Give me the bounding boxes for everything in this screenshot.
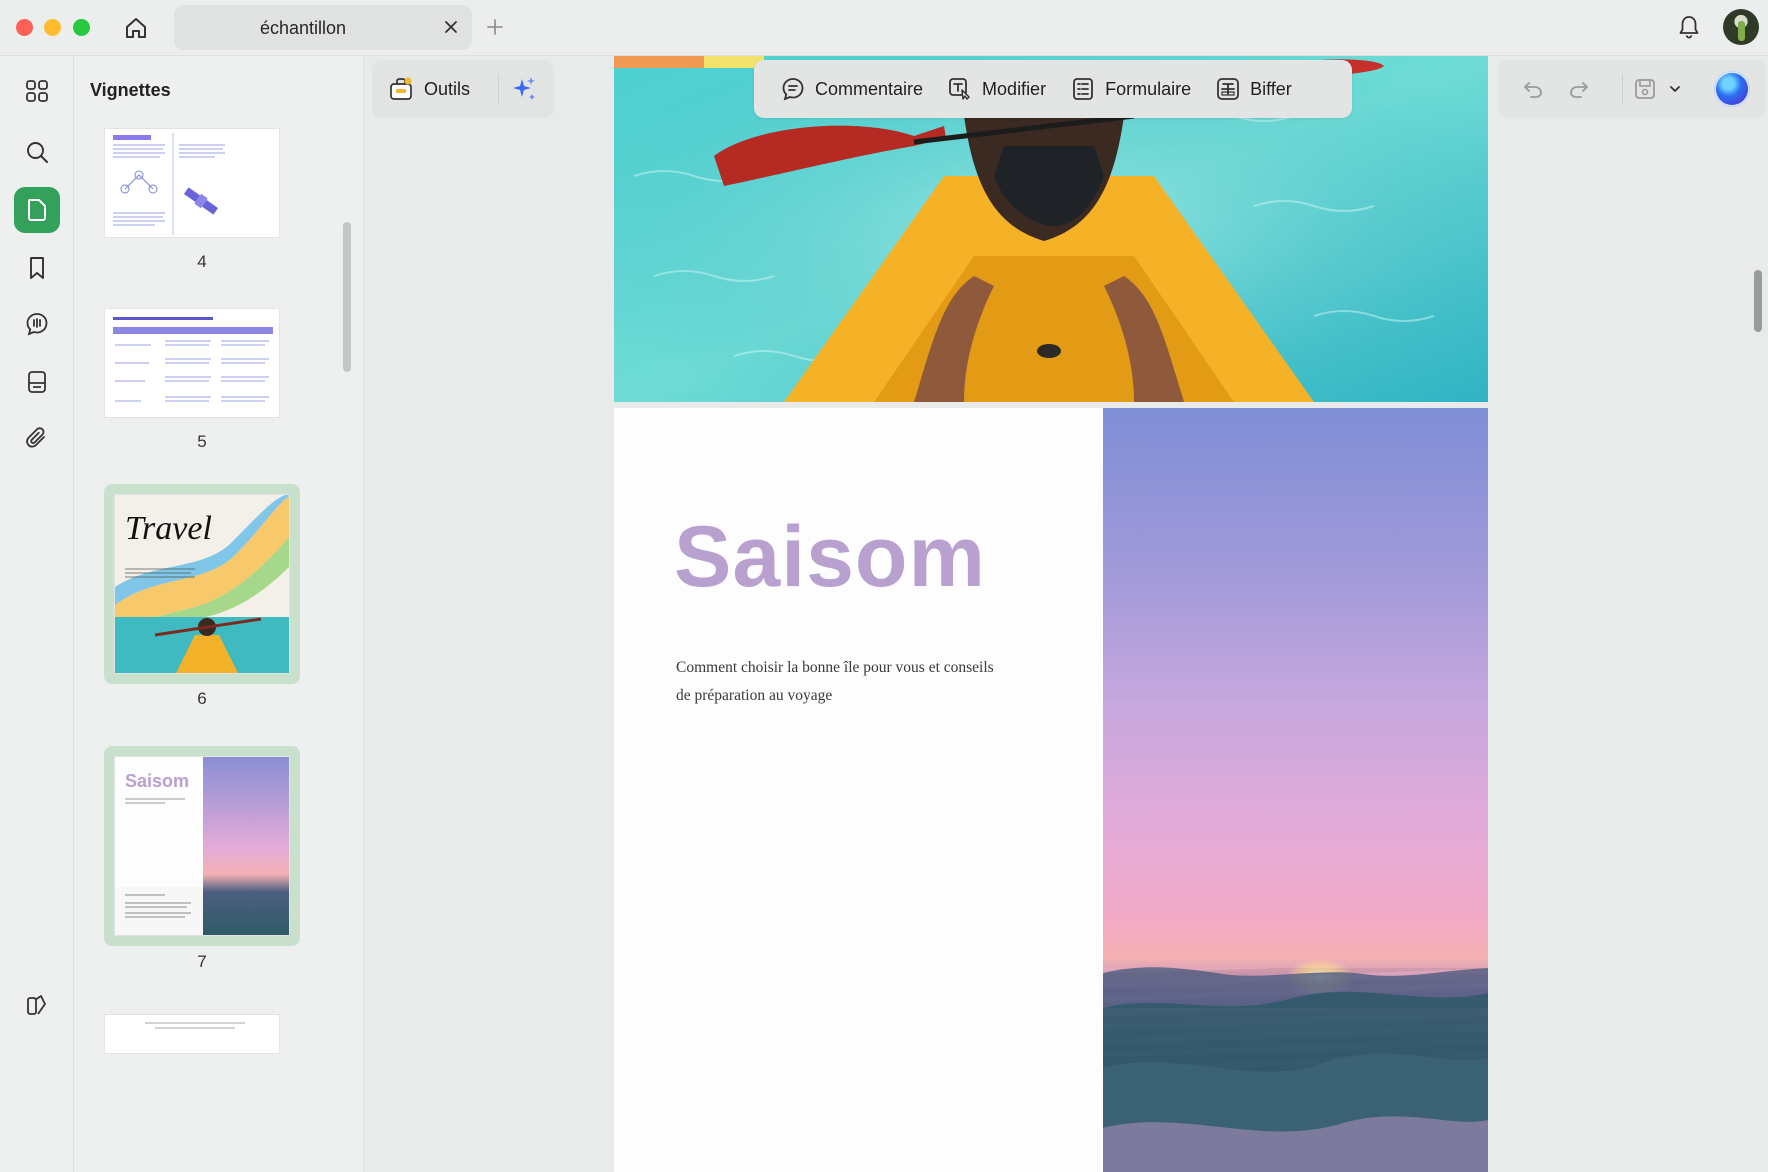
heading-text: Saisom bbox=[674, 509, 986, 605]
edit-tool-label: Modifier bbox=[982, 78, 1047, 99]
attachment-icon[interactable] bbox=[14, 415, 60, 461]
document-scrollbar[interactable] bbox=[1754, 270, 1762, 332]
page-subtitle: Comment choisir la bonne île pour vous e… bbox=[676, 659, 994, 704]
document-tab[interactable]: échantillon bbox=[174, 5, 472, 50]
document-workspace: Saisom Comment choisir la bonne île pour… bbox=[364, 56, 1768, 1172]
thumbnail-image bbox=[104, 128, 280, 238]
form-tool-label: Formulaire bbox=[1105, 78, 1192, 99]
right-toolbar bbox=[1498, 60, 1766, 118]
undo-icon[interactable] bbox=[1518, 74, 1548, 104]
close-window-button[interactable] bbox=[16, 19, 33, 36]
thumbnails-page-icon[interactable] bbox=[14, 187, 60, 233]
pdf-page-7: Saisom Comment choisir la bonne île pour… bbox=[614, 408, 1488, 1172]
thumbnail-page-4[interactable] bbox=[104, 128, 300, 238]
tools-pill: Outils bbox=[372, 60, 554, 118]
stamp-icon[interactable] bbox=[14, 359, 60, 405]
outils-label: Outils bbox=[424, 78, 471, 99]
page-heading: Saisom bbox=[674, 508, 986, 607]
thumbnail-page-7[interactable]: Saisom bbox=[104, 746, 300, 946]
bookmark-icon[interactable] bbox=[14, 245, 60, 291]
strike-tool-button[interactable]: Biffer bbox=[1203, 69, 1304, 109]
thumbnail-scrollbar[interactable] bbox=[343, 222, 351, 372]
edit-text-icon bbox=[949, 78, 970, 100]
strike-tool-label: Biffer bbox=[1250, 78, 1292, 99]
divider bbox=[498, 74, 499, 104]
bell-icon[interactable] bbox=[1672, 10, 1706, 44]
apps-grid-icon[interactable] bbox=[14, 68, 60, 114]
thumbnail-image bbox=[104, 1014, 280, 1054]
divider bbox=[1622, 74, 1623, 104]
annotation-toolbar: Commentaire Modifier Formulaire Biffer bbox=[754, 60, 1352, 118]
save-icon[interactable] bbox=[1630, 74, 1660, 104]
thumbnail-page-number: 5 bbox=[197, 432, 207, 451]
strikeout-icon bbox=[1217, 78, 1240, 100]
thumbnail-page-8[interactable] bbox=[104, 1014, 300, 1054]
sunset-photo bbox=[1103, 408, 1488, 1172]
edit-tool-button[interactable]: Modifier bbox=[935, 69, 1058, 109]
chevron-down-icon[interactable] bbox=[1664, 74, 1686, 104]
minimize-window-button[interactable] bbox=[44, 19, 61, 36]
thumbnail-page-number: 4 bbox=[197, 252, 207, 271]
ai-assistant-icon[interactable] bbox=[1714, 71, 1750, 107]
new-tab-plus-icon[interactable] bbox=[482, 14, 508, 40]
title-bar: échantillon bbox=[0, 0, 1768, 56]
theme-icon[interactable] bbox=[14, 982, 60, 1028]
sparkle-ai-icon[interactable] bbox=[508, 74, 540, 104]
svg-text:Saisom: Saisom bbox=[125, 771, 189, 791]
thumbnail-image: Travel bbox=[114, 494, 290, 674]
thumbnail-panel: Vignettes 4 5 Travel 6 Saisom 7 bbox=[74, 56, 364, 1172]
thumbnail-page-6[interactable]: Travel bbox=[104, 484, 300, 684]
close-icon[interactable] bbox=[440, 16, 462, 38]
outils-button[interactable]: Outils bbox=[388, 74, 470, 104]
maximize-window-button[interactable] bbox=[73, 19, 90, 36]
search-icon[interactable] bbox=[14, 129, 60, 175]
left-icon-rail bbox=[0, 56, 74, 1172]
thumbnail-page-number: 7 bbox=[197, 952, 207, 971]
thumbnail-image: Saisom bbox=[114, 756, 290, 936]
redo-icon[interactable] bbox=[1564, 74, 1594, 104]
form-icon bbox=[1073, 78, 1093, 100]
thumbnail-image bbox=[104, 308, 280, 418]
form-tool-button[interactable]: Formulaire bbox=[1058, 69, 1203, 109]
thumbnail-page-5[interactable] bbox=[104, 308, 300, 418]
avatar[interactable] bbox=[1723, 9, 1759, 45]
comment-icon bbox=[782, 78, 804, 101]
sea-horizon bbox=[1103, 967, 1488, 1172]
panel-title: Vignettes bbox=[90, 80, 171, 100]
svg-text:Travel: Travel bbox=[125, 510, 212, 547]
toolbox-icon bbox=[390, 77, 412, 100]
home-icon[interactable] bbox=[120, 12, 152, 44]
document-tab-title: échantillon bbox=[259, 18, 347, 38]
comment-tool-label: Commentaire bbox=[815, 78, 924, 99]
thumbnail-page-number: 6 bbox=[197, 689, 207, 708]
comment-tool-button[interactable]: Commentaire bbox=[768, 69, 935, 109]
comments-icon[interactable] bbox=[14, 301, 60, 347]
